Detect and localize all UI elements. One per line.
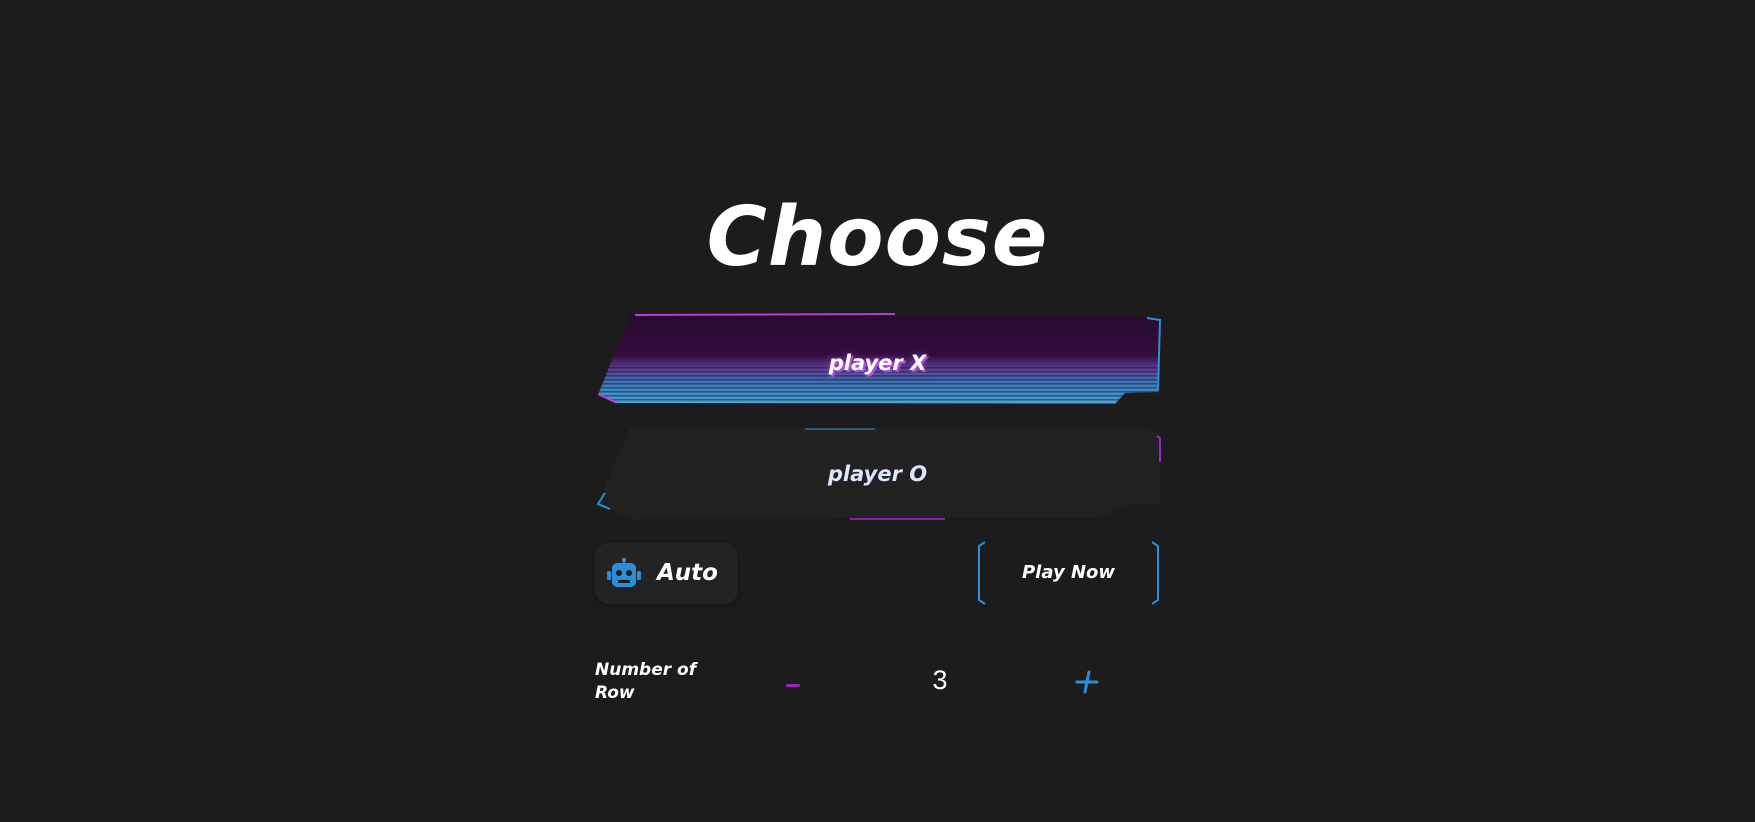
player-x-label: player X: [828, 351, 927, 375]
increase-rows-button[interactable]: [1072, 665, 1104, 701]
decrease-rows-button[interactable]: [778, 665, 808, 705]
play-now-label: Play Now: [1021, 562, 1115, 583]
player-o-option[interactable]: player O: [595, 428, 1161, 520]
rows-value: 3: [932, 665, 948, 695]
play-now-button[interactable]: Play Now: [977, 541, 1160, 605]
player-o-label: player O: [827, 462, 928, 486]
player-select-screen: Choose player X player O Auto Play Now N…: [0, 0, 1755, 822]
auto-play-toggle[interactable]: Auto: [595, 543, 738, 604]
robot-icon: [607, 558, 641, 587]
plus-icon: [1075, 670, 1099, 694]
player-x-option[interactable]: player X: [595, 313, 1162, 407]
minus-icon: [785, 684, 801, 687]
page-title: Choose: [706, 190, 1049, 285]
auto-label: Auto: [657, 560, 718, 586]
rows-label: Number of Row: [595, 660, 697, 703]
